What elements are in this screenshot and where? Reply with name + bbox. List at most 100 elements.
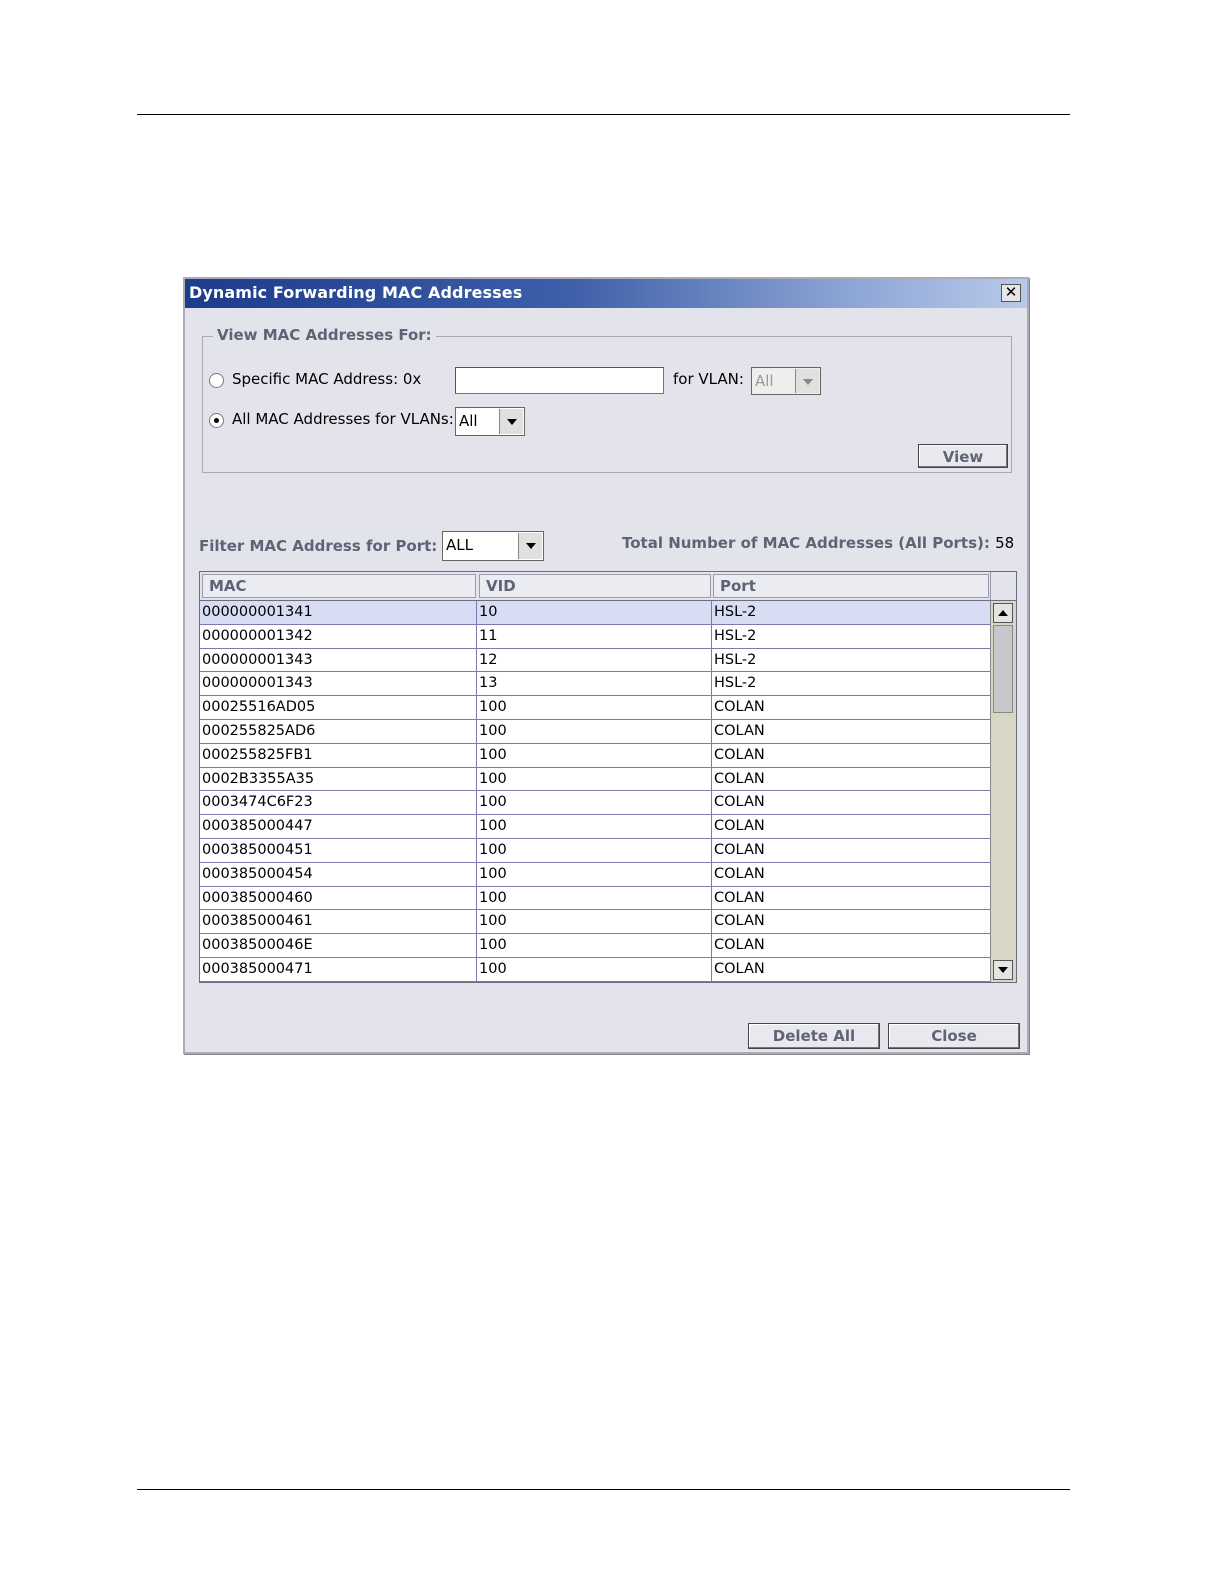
page-rule-top [137,114,1070,115]
total-mac-value: 58 [995,534,1015,552]
all-mac-radio[interactable] [209,413,224,428]
cell-port: COLAN [714,960,765,977]
cell-mac: 000385000454 [200,862,477,886]
specific-vlan-value: All [755,372,774,390]
chevron-down-icon[interactable] [518,533,542,559]
cell-vid: 100 [477,886,712,910]
cell-mac: 000000001342 [200,624,477,648]
all-vlan-value: All [459,412,478,430]
table-row[interactable]: 000385000451 100 COLAN [200,838,990,863]
cell-vid: 11 [477,624,712,648]
view-mac-group: View MAC Addresses For: Specific MAC Add… [202,326,1012,473]
table-row[interactable]: 000385000460 100 COLAN [200,886,990,911]
table-row[interactable]: 00025516AD05 100 COLAN [200,696,990,720]
specific-mac-radio[interactable] [209,373,224,388]
chevron-down-icon[interactable] [795,369,819,393]
column-header-vid[interactable]: VID [479,574,711,598]
cell-port: COLAN [714,841,765,858]
cell-port: COLAN [714,770,765,787]
table-header: MAC VID Port [200,572,990,601]
cell-port: COLAN [714,794,765,811]
table-row[interactable]: 00038500046E 100 COLAN [200,934,990,958]
close-button-label: Close [931,1027,977,1045]
cell-port: COLAN [714,937,765,954]
cell-mac: 00025516AD05 [200,696,477,719]
table-row[interactable]: 000385000447 100 COLAN [200,815,990,839]
table-row[interactable]: 000255825AD6 100 COLAN [200,719,990,744]
table-row[interactable]: 000000001343 12 HSL-2 [200,648,990,673]
cell-port: COLAN [714,889,765,906]
cell-mac: 000385000447 [200,815,477,838]
table-row[interactable]: 000385000471 100 COLAN [200,957,990,982]
cell-vid: 13 [477,672,712,696]
cell-mac: 000385000460 [200,886,477,910]
cell-mac: 000000001343 [200,648,477,672]
cell-vid: 100 [477,791,712,815]
arrow-down-icon[interactable] [993,960,1013,980]
table-row[interactable]: 000385000454 100 COLAN [200,862,990,887]
delete-all-label: Delete All [772,1027,856,1045]
cell-vid: 100 [477,815,712,838]
cell-port: COLAN [714,746,765,763]
cell-mac: 000385000451 [200,838,477,862]
column-header-port[interactable]: Port [713,574,989,598]
all-vlan-select[interactable]: All [455,407,525,436]
view-button[interactable]: View [918,444,1008,468]
for-vlan-label: for VLAN: [673,370,744,388]
cell-mac: 000385000471 [200,957,477,981]
total-mac-label: Total Number of MAC Addresses (All Ports… [622,534,990,552]
table-row[interactable]: 0003474C6F23 100 COLAN [200,791,990,816]
cell-port: HSL-2 [714,651,757,668]
filter-port-select[interactable]: ALL [442,531,544,561]
group-legend: View MAC Addresses For: [213,326,436,344]
page-rule-bottom [137,1489,1070,1490]
cell-vid: 12 [477,648,712,672]
close-icon[interactable]: ✕ [1001,284,1021,302]
view-button-label: View [942,448,984,466]
column-header-mac[interactable]: MAC [202,574,476,598]
table-row[interactable]: 0002B3355A35 100 COLAN [200,767,990,792]
close-button[interactable]: Close [888,1023,1020,1049]
cell-port: COLAN [714,722,765,739]
cell-port: HSL-2 [714,604,757,620]
table-corner [990,572,1016,601]
specific-vlan-select[interactable]: All [751,367,821,395]
cell-mac: 000385000461 [200,910,477,934]
filter-port-value: ALL [446,536,473,554]
cell-mac: 00038500046E [200,934,477,957]
scrollbar-thumb[interactable] [993,625,1013,713]
table-row[interactable]: 000385000461 100 COLAN [200,910,990,935]
table-row[interactable]: 000000001342 11 HSL-2 [200,624,990,649]
dynamic-forwarding-dialog: Dynamic Forwarding MAC Addresses ✕ View … [183,277,1029,1054]
chevron-down-icon[interactable] [499,409,523,434]
cell-port: HSL-2 [714,675,757,692]
dialog-title: Dynamic Forwarding MAC Addresses [189,283,523,302]
table-row[interactable]: 000255825FB1 100 COLAN [200,743,990,768]
arrow-up-icon[interactable] [993,603,1013,623]
cell-mac: 0002B3355A35 [200,767,477,791]
cell-mac: 000000001343 [200,672,477,696]
cell-port: COLAN [714,699,765,716]
vertical-scrollbar[interactable] [990,601,1016,982]
cell-port: COLAN [714,865,765,882]
cell-vid: 100 [477,957,712,981]
cell-vid: 100 [477,934,712,957]
specific-mac-input[interactable] [455,367,664,394]
cell-mac: 000000001341 [200,601,477,624]
table-row[interactable]: 000000001343 13 HSL-2 [200,672,990,697]
cell-vid: 100 [477,719,712,743]
radio-selected-dot [214,418,219,423]
mac-table: MAC VID Port 000000001341 10 HSL-2 00000000… [199,571,1017,983]
cell-port: COLAN [714,913,765,930]
cell-vid: 100 [477,696,712,719]
table-body: 000000001341 10 HSL-2 000000001342 11 HSL-2 00… [200,601,990,982]
cell-vid: 100 [477,910,712,934]
cell-port: HSL-2 [714,627,757,644]
cell-vid: 100 [477,838,712,862]
cell-mac: 000255825AD6 [200,719,477,743]
delete-all-button[interactable]: Delete All [748,1023,880,1049]
cell-vid: 100 [477,743,712,767]
title-bar[interactable]: Dynamic Forwarding MAC Addresses ✕ [185,279,1027,308]
table-row[interactable]: 000000001341 10 HSL-2 [200,601,990,625]
cell-port: COLAN [714,818,765,835]
